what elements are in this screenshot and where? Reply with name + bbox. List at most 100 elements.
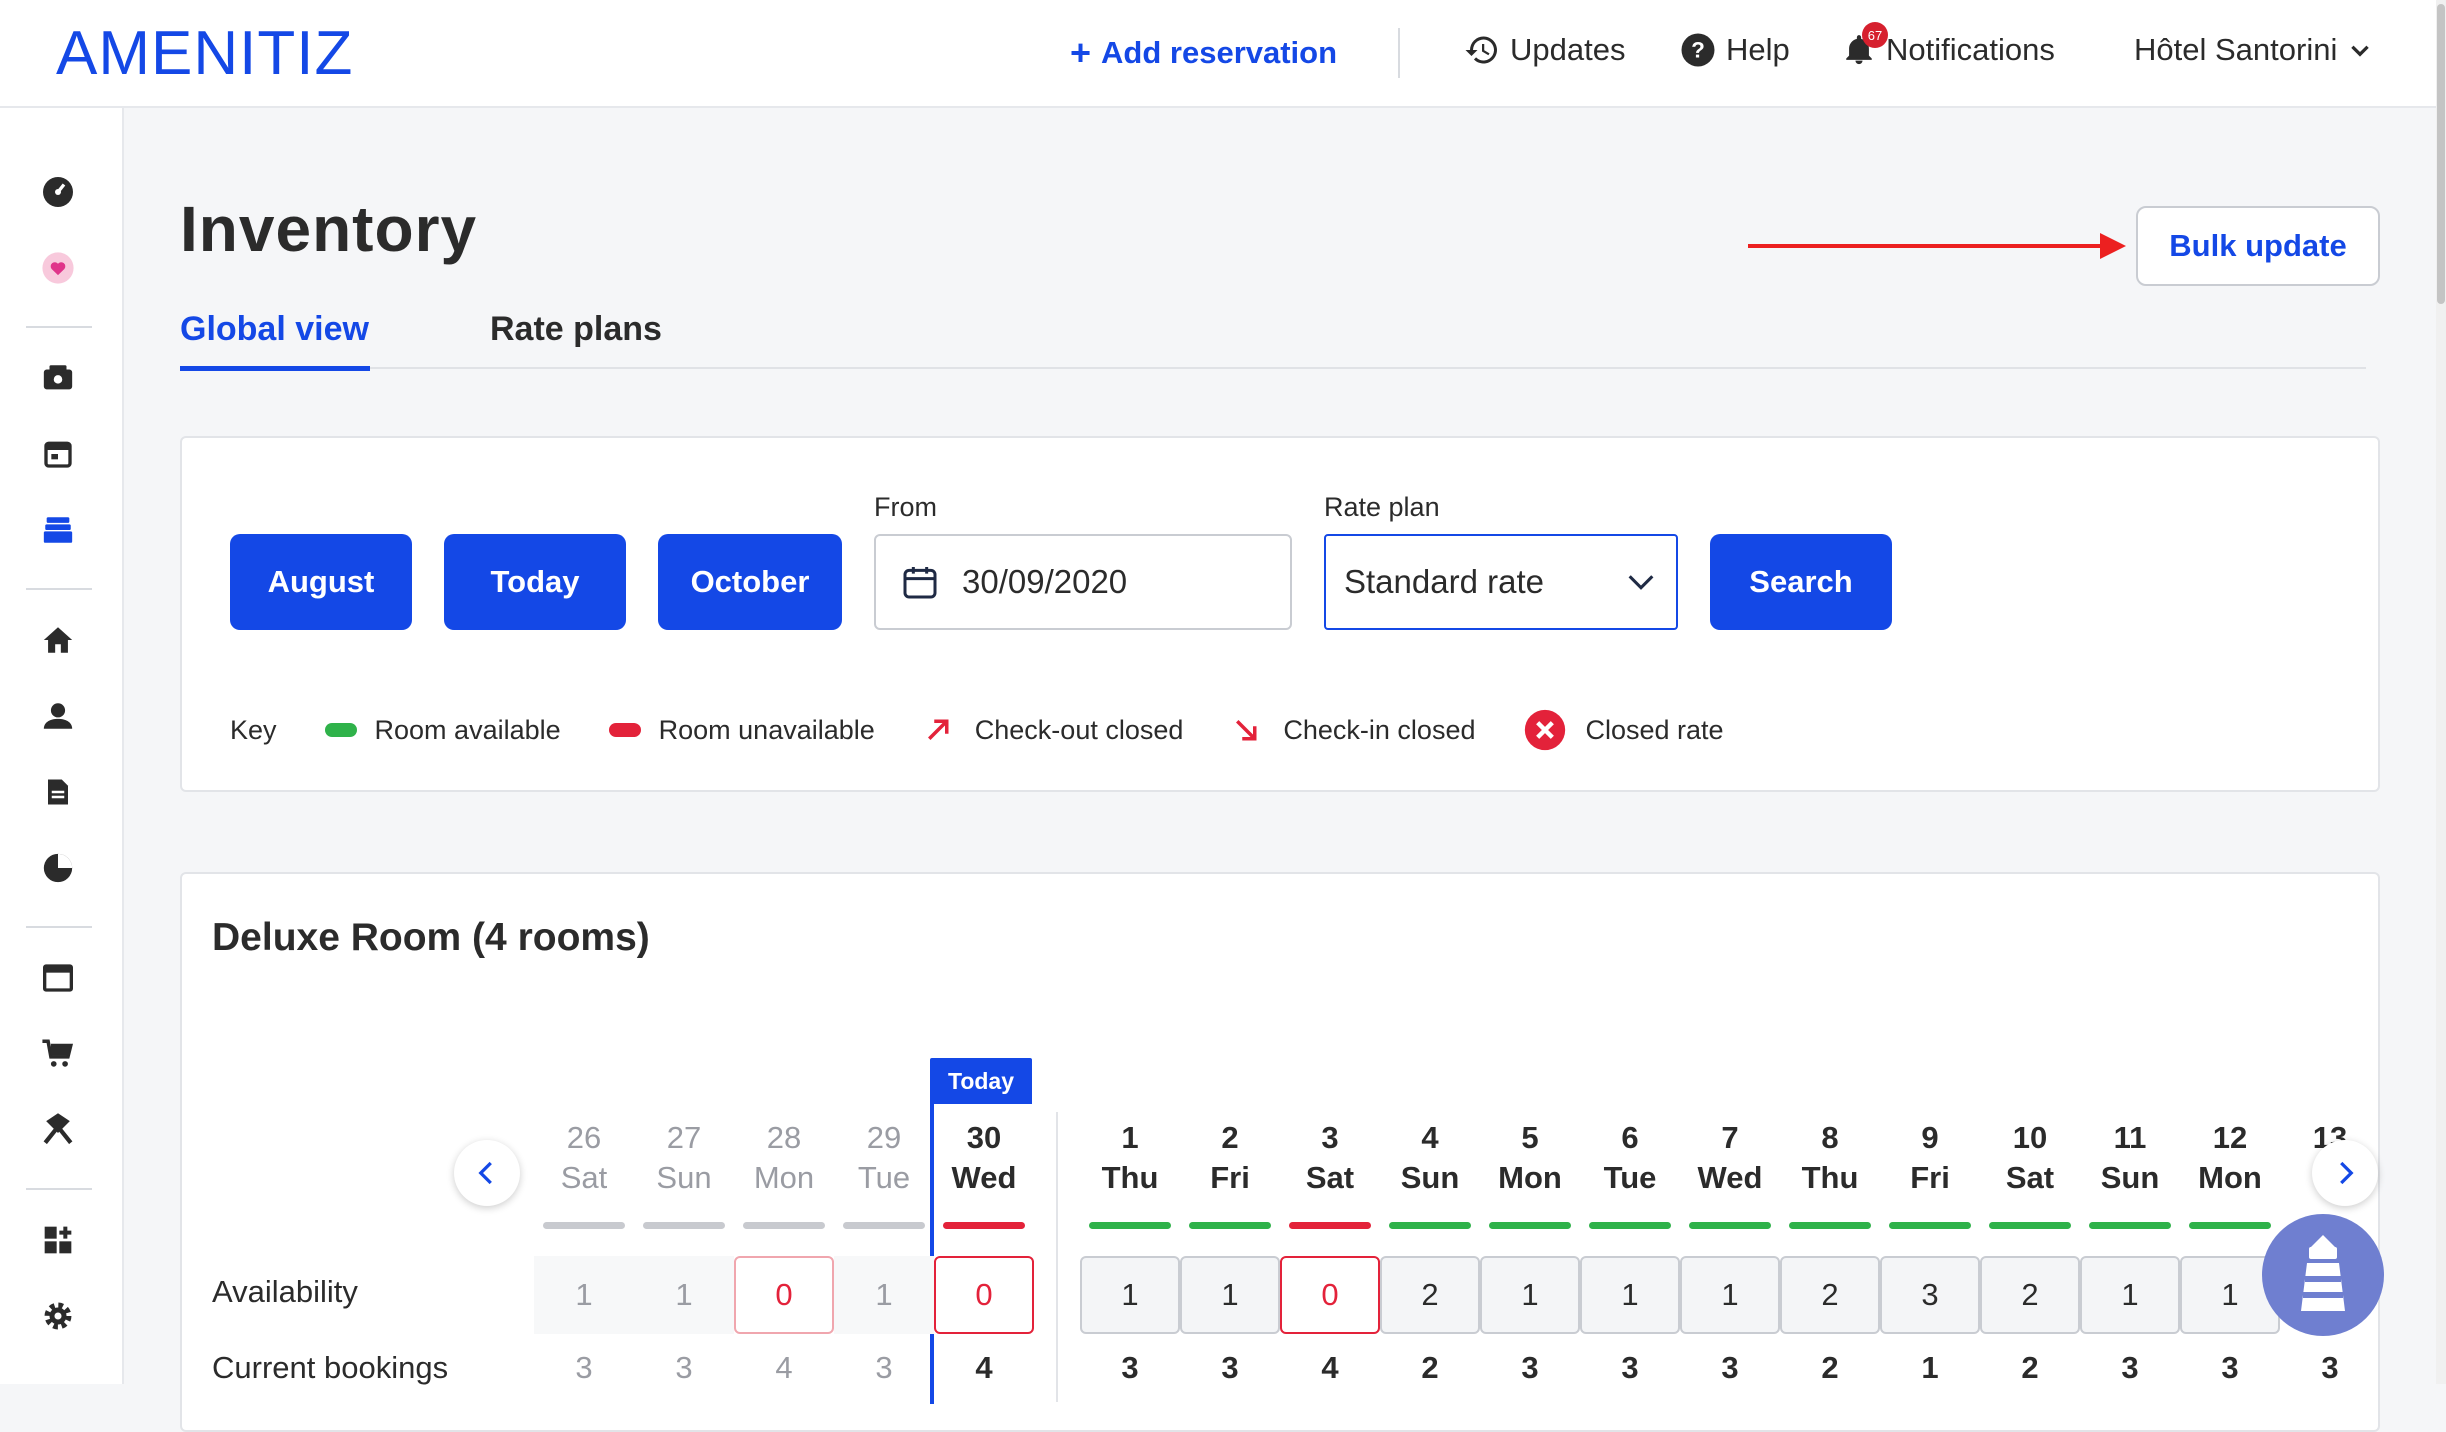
today-button[interactable]: Today xyxy=(444,534,626,630)
day-weekday: Fri xyxy=(1910,1160,1950,1195)
lighthouse-icon xyxy=(2301,1235,2345,1311)
day-number: 1 xyxy=(1121,1120,1139,1155)
bell-icon-wrap: 67 xyxy=(1842,22,1888,68)
updates-button[interactable]: Updates xyxy=(1464,32,1625,68)
day-header: 2 Fri xyxy=(1180,1118,1280,1198)
tab-rate-plans[interactable]: Rate plans xyxy=(490,310,662,349)
tools-icon[interactable] xyxy=(40,1112,76,1148)
legend-closed-rate-label: Closed rate xyxy=(1585,714,1724,745)
website-icon[interactable] xyxy=(40,960,76,996)
hotel-name: Hôtel Santorini xyxy=(2134,32,2338,67)
availability-cell[interactable]: 1 xyxy=(1580,1256,1680,1334)
day-header: 9 Fri xyxy=(1880,1118,1980,1198)
settings-gear-icon[interactable] xyxy=(40,1298,76,1334)
apps-icon[interactable] xyxy=(40,1222,76,1258)
home-icon[interactable] xyxy=(40,622,76,658)
day-weekday: Wed xyxy=(951,1160,1017,1195)
booking-count: 3 xyxy=(1621,1350,1639,1385)
availability-status-bar xyxy=(2189,1222,2271,1229)
availability-cell[interactable]: 1 xyxy=(2080,1256,2180,1334)
help-button[interactable]: ? Help xyxy=(1680,32,1790,68)
day-weekday: Sun xyxy=(2100,1160,2160,1195)
notification-count-badge: 67 xyxy=(1862,22,1888,48)
availability-cell[interactable]: 0 xyxy=(1280,1256,1380,1334)
from-date-field[interactable]: 30/09/2020 xyxy=(874,534,1292,630)
availability-status-bar xyxy=(643,1222,725,1229)
day-header: 11 Sun xyxy=(2080,1118,2180,1198)
day-weekday: Mon xyxy=(753,1160,815,1195)
booking-count: 4 xyxy=(1321,1350,1339,1385)
dashboard-icon[interactable] xyxy=(40,174,76,210)
legend-key: Key Room available Room unavailable Chec… xyxy=(230,708,1772,752)
day-header: 5 Mon xyxy=(1480,1118,1580,1198)
day-header: 8 Thu xyxy=(1780,1118,1880,1198)
availability-cell[interactable]: 3 xyxy=(1880,1256,1980,1334)
chevron-down-icon xyxy=(1628,575,1654,590)
search-button[interactable]: Search xyxy=(1710,534,1892,630)
availability-cell[interactable]: 2 xyxy=(1380,1256,1480,1334)
guests-icon[interactable] xyxy=(40,698,76,734)
active-tab-underline xyxy=(180,366,370,371)
availability-cell[interactable]: 2 xyxy=(1780,1256,1880,1334)
sidebar-divider xyxy=(26,588,92,590)
next-month-button[interactable]: October xyxy=(658,534,842,630)
help-chat-widget[interactable] xyxy=(2262,1214,2384,1336)
sidebar xyxy=(0,108,124,1384)
page-scrollbar[interactable] xyxy=(2436,0,2446,1384)
legend-room-available: Room available xyxy=(324,714,561,746)
availability-row-label: Availability xyxy=(212,1274,358,1309)
day-header: 3 Sat xyxy=(1280,1118,1380,1198)
annotation-arrow xyxy=(1748,244,2108,248)
reports-pie-icon[interactable] xyxy=(40,850,76,886)
booking-count: 3 xyxy=(875,1350,893,1385)
day-number: 9 xyxy=(1921,1120,1939,1155)
scrollbar-thumb[interactable] xyxy=(2437,4,2445,304)
amenitiz-logo[interactable]: AMENITIZ xyxy=(56,18,353,89)
help-label: Help xyxy=(1726,32,1790,67)
legend-checkout-closed: Check-out closed xyxy=(923,715,1183,746)
page-title: Inventory xyxy=(180,193,478,265)
day-weekday: Sat xyxy=(560,1160,608,1195)
add-reservation-label: Add reservation xyxy=(1101,35,1338,70)
notifications-button[interactable]: 67 Notifications xyxy=(1842,22,2055,68)
cart-icon[interactable] xyxy=(40,1036,76,1072)
sidebar-divider xyxy=(26,326,92,328)
booking-count: 3 xyxy=(1721,1350,1739,1385)
availability-status-bar xyxy=(1789,1222,1871,1229)
legend-room-available-label: Room available xyxy=(374,714,561,745)
booking-count: 2 xyxy=(1421,1350,1439,1385)
add-reservation-button[interactable]: + Add reservation xyxy=(1070,32,1337,74)
day-number: 10 xyxy=(2012,1120,2048,1155)
green-pill-icon xyxy=(324,723,357,737)
day-number: 12 xyxy=(2212,1120,2248,1155)
availability-status-bar xyxy=(543,1222,625,1229)
hotel-selector[interactable]: Hôtel Santorini xyxy=(2134,32,2373,68)
inventory-icon[interactable] xyxy=(40,512,76,548)
documents-icon[interactable] xyxy=(40,774,76,810)
day-number: 4 xyxy=(1421,1120,1439,1155)
availability-cell[interactable]: 1 xyxy=(1080,1256,1180,1334)
availability-cell[interactable]: 2 xyxy=(1980,1256,2080,1334)
availability-cell[interactable]: 0 xyxy=(934,1256,1034,1334)
booking-count: 2 xyxy=(1821,1350,1839,1385)
availability-cell[interactable]: 1 xyxy=(1480,1256,1580,1334)
tab-global-view[interactable]: Global view xyxy=(180,310,369,349)
heart-icon[interactable] xyxy=(40,250,76,286)
legend-checkin-closed-label: Check-in closed xyxy=(1283,714,1476,745)
day-header: 26 Sat xyxy=(534,1118,634,1198)
availability-cell[interactable]: 1 xyxy=(1180,1256,1280,1334)
day-weekday: Wed xyxy=(1697,1160,1763,1195)
bulk-update-button[interactable]: Bulk update xyxy=(2136,206,2380,286)
day-number: 28 xyxy=(766,1120,802,1155)
availability-status-bar xyxy=(943,1222,1025,1229)
rate-plan-select[interactable]: Standard rate xyxy=(1324,534,1678,630)
rate-plan-label: Rate plan xyxy=(1324,492,1440,522)
day-number: 11 xyxy=(2113,1120,2147,1155)
availability-cell[interactable]: 1 xyxy=(1680,1256,1780,1334)
previous-days-button[interactable] xyxy=(454,1140,520,1206)
next-days-button[interactable] xyxy=(2312,1140,2378,1206)
front-desk-icon[interactable] xyxy=(40,360,76,396)
day-header: 28 Mon xyxy=(734,1118,834,1198)
calendar-icon[interactable] xyxy=(40,436,76,472)
previous-month-button[interactable]: August xyxy=(230,534,412,630)
